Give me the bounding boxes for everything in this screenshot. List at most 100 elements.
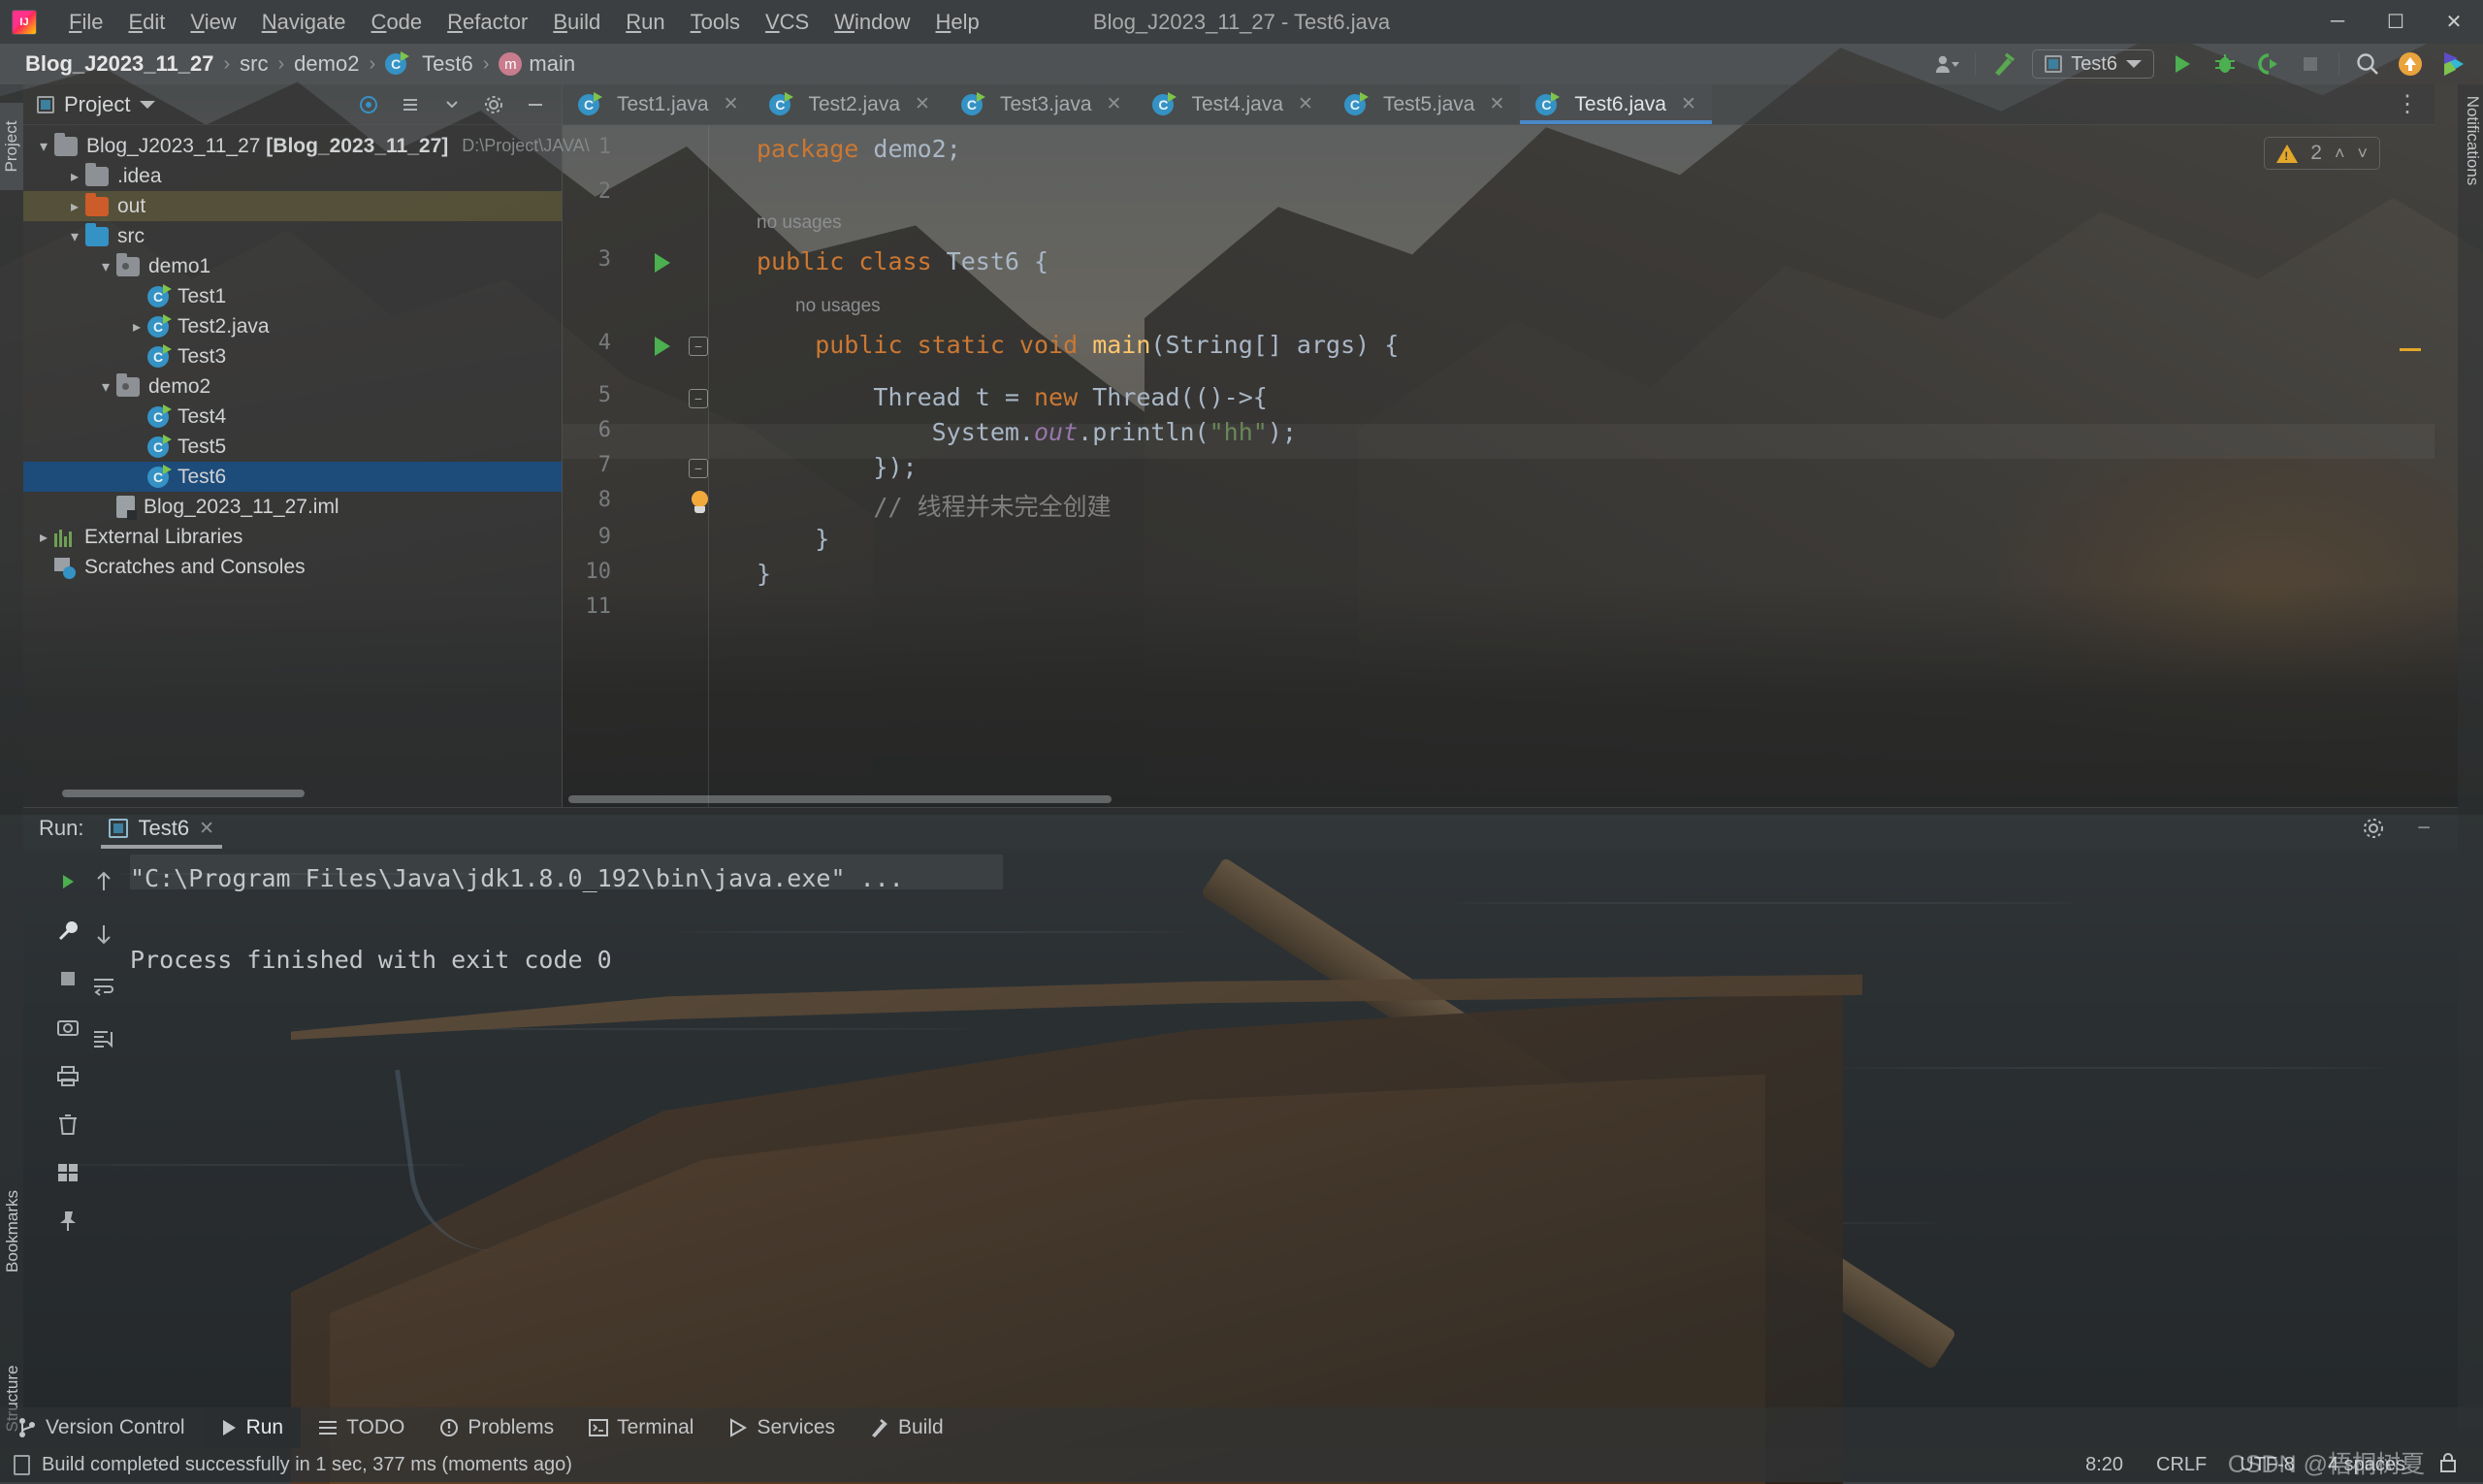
bottom-bar-version-control[interactable]: Version Control (0, 1407, 203, 1448)
hide-icon[interactable] (521, 90, 550, 119)
breadcrumb-item-blog-j2023-11-27[interactable]: Blog_J2023_11_27 (21, 51, 218, 77)
tree-toggle-closed-icon[interactable] (64, 167, 85, 186)
editor-tab-test4-java[interactable]: Test4.java✕ (1137, 84, 1328, 124)
editor-tab-test3-java[interactable]: Test3.java✕ (946, 84, 1137, 124)
close-icon[interactable]: ✕ (1298, 93, 1313, 115)
gutter-run-icon[interactable] (655, 337, 670, 356)
tree-node-demo2[interactable]: demo2 (23, 371, 562, 402)
bottom-bar-todo[interactable]: TODO (301, 1407, 422, 1448)
strip-button-project[interactable]: Project (0, 103, 23, 190)
editor-tab-test1-java[interactable]: Test1.java✕ (563, 84, 754, 124)
target-icon[interactable] (354, 90, 383, 119)
tree-node-demo1[interactable]: demo1 (23, 251, 562, 281)
minimize-button[interactable]: ─ (2308, 0, 2367, 44)
tree-toggle-open-icon[interactable] (33, 137, 54, 156)
bottom-bar-problems[interactable]: Problems (422, 1407, 571, 1448)
close-button[interactable]: ✕ (2425, 0, 2483, 44)
tree-node-blog-2023-11-27-iml[interactable]: Blog_2023_11_27.iml (23, 492, 562, 522)
code-editor[interactable]: 1234567891011 no usagesno usagespackage … (563, 125, 2435, 807)
intention-bulb-icon[interactable] (689, 491, 710, 516)
event-log-icon[interactable] (14, 1455, 30, 1475)
strip-button-bookmarks[interactable]: Bookmarks (3, 1205, 22, 1273)
expand-icon[interactable] (437, 90, 467, 119)
code-fold-icon[interactable]: − (689, 389, 708, 408)
tree-node-out[interactable]: out (23, 191, 562, 221)
editor-tab-test2-java[interactable]: Test2.java✕ (754, 84, 945, 124)
tree-node-test3[interactable]: Test3 (23, 341, 562, 371)
scroll-up-icon[interactable] (84, 862, 123, 901)
tree-node-blog-j2023-11-27-blog-2023-11-27-[interactable]: Blog_J2023_11_27 [Blog_2023_11_27]D:\Pro… (23, 131, 562, 161)
menu-navigate[interactable]: Navigate (249, 0, 359, 44)
bottom-bar-terminal[interactable]: Terminal (571, 1407, 711, 1448)
editor-tab-test5-java[interactable]: Test5.java✕ (1329, 84, 1520, 124)
caret-position[interactable]: 8:20 (2085, 1454, 2123, 1476)
editor-gutter[interactable]: 1234567891011 (563, 125, 679, 807)
menu-build[interactable]: Build (540, 0, 613, 44)
run-icon[interactable] (2168, 49, 2197, 79)
menu-view[interactable]: View (177, 0, 248, 44)
menu-run[interactable]: Run (613, 0, 677, 44)
tree-node-test5[interactable]: Test5 (23, 432, 562, 462)
editor-horizontal-scrollbar[interactable] (568, 795, 1112, 803)
strip-button-notifications[interactable]: Notifications (2463, 87, 2482, 194)
bottom-bar-services[interactable]: Services (711, 1407, 853, 1448)
project-horizontal-scrollbar[interactable] (62, 790, 305, 797)
close-icon[interactable]: ✕ (724, 93, 739, 115)
indent-setting[interactable]: 4 spaces (2328, 1454, 2405, 1476)
warning-marker[interactable] (2400, 348, 2421, 351)
tree-node-scratches-and-consoles[interactable]: Scratches and Consoles (23, 552, 562, 582)
tree-node-external-libraries[interactable]: External Libraries (23, 522, 562, 552)
collapse-all-icon[interactable] (396, 90, 425, 119)
menu-tools[interactable]: Tools (678, 0, 753, 44)
tree-toggle-open-icon[interactable] (95, 257, 116, 276)
tree-node-test1[interactable]: Test1 (23, 281, 562, 311)
breadcrumb-item-src[interactable]: src (236, 51, 272, 77)
run-coverage-icon[interactable] (2253, 49, 2282, 79)
tree-toggle-closed-icon[interactable] (126, 317, 147, 337)
build-hammer-icon[interactable] (1989, 49, 2018, 79)
gutter-run-icon[interactable] (655, 253, 670, 273)
run-configuration-selector[interactable]: Test6 (2032, 49, 2154, 79)
menu-edit[interactable]: Edit (115, 0, 177, 44)
menu-code[interactable]: Code (359, 0, 435, 44)
tree-node-test6[interactable]: Test6 (23, 462, 562, 492)
tree-toggle-open-icon[interactable] (64, 227, 85, 246)
menu-help[interactable]: Help (922, 0, 991, 44)
breadcrumb-item-main[interactable]: main (495, 51, 579, 77)
file-encoding[interactable]: UTF-8 (2240, 1454, 2295, 1476)
close-icon[interactable]: ✕ (1490, 93, 1505, 115)
user-account-icon[interactable] (1932, 49, 1961, 79)
breadcrumb-item-test6[interactable]: Test6 (381, 51, 477, 77)
menu-vcs[interactable]: VCS (753, 0, 822, 44)
update-arrow-icon[interactable] (2396, 49, 2425, 79)
debug-bug-icon[interactable] (2210, 49, 2240, 79)
next-problem-icon[interactable]: ˅ (2357, 144, 2368, 164)
inspection-widget[interactable]: 2 ˄ ˅ (2264, 137, 2380, 170)
soft-wrap-icon[interactable] (84, 967, 123, 1006)
tree-node--idea[interactable]: .idea (23, 161, 562, 191)
maximize-button[interactable]: ☐ (2367, 0, 2425, 44)
search-icon[interactable] (2353, 49, 2382, 79)
scroll-to-end-icon[interactable] (84, 1019, 123, 1058)
breadcrumb-item-demo2[interactable]: demo2 (290, 51, 363, 77)
code-fold-icon[interactable]: − (689, 337, 708, 356)
tree-toggle-closed-icon[interactable] (33, 528, 54, 547)
minimize-panel-icon[interactable]: ─ (2409, 814, 2438, 843)
console-output[interactable]: "C:\Program Files\Java\jdk1.8.0_192\bin\… (130, 849, 2458, 1429)
scroll-down-icon[interactable] (84, 915, 123, 953)
menu-window[interactable]: Window (822, 0, 922, 44)
tab-overflow-button[interactable]: ⋮ (2396, 84, 2435, 124)
close-icon[interactable]: ✕ (1107, 93, 1122, 115)
bottom-bar-build[interactable]: Build (853, 1407, 961, 1448)
code-fold-icon[interactable]: − (689, 459, 708, 478)
bottom-bar-run[interactable]: Run (203, 1407, 302, 1448)
tree-node-src[interactable]: src (23, 221, 562, 251)
menu-refactor[interactable]: Refactor (435, 0, 540, 44)
tree-toggle-open-icon[interactable] (95, 377, 116, 397)
chevron-down-icon[interactable] (140, 101, 155, 109)
lock-icon[interactable] (2438, 1452, 2458, 1479)
close-icon[interactable]: ✕ (1681, 93, 1696, 115)
stop-icon[interactable] (2296, 49, 2325, 79)
close-icon[interactable]: ✕ (915, 93, 930, 115)
run-tab-test6[interactable]: Test6 ✕ (97, 808, 226, 849)
